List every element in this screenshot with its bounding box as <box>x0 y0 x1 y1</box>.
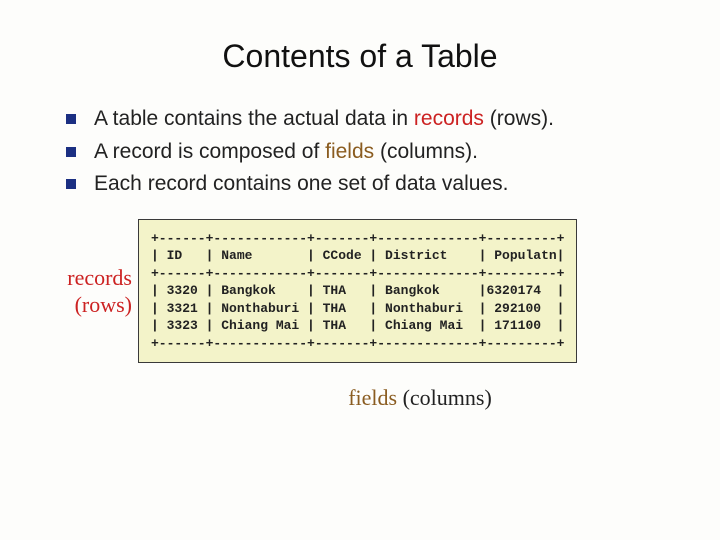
bullet-text: A record is composed of <box>94 140 325 163</box>
fields-columns-label: fields (columns) <box>160 385 680 411</box>
bullet-item: Each record contains one set of data val… <box>66 168 680 201</box>
bullet-keyword: fields <box>325 140 374 163</box>
bullet-text: (rows). <box>484 107 554 130</box>
records-rows-label: records (rows) <box>40 264 138 319</box>
bullet-item: A record is composed of fields (columns)… <box>66 136 680 169</box>
fields-kw: fields <box>348 385 397 410</box>
records-label-line2: (rows) <box>75 292 132 317</box>
page-title: Contents of a Table <box>40 38 680 75</box>
ascii-table: +------+------------+-------+-----------… <box>138 219 577 364</box>
slide: Contents of a Table A table contains the… <box>0 0 720 540</box>
bullet-text: A table contains the actual data in <box>94 107 414 130</box>
bullet-item: A table contains the actual data in reco… <box>66 103 680 136</box>
records-label-line1: records <box>67 265 132 290</box>
fields-rest: (columns) <box>397 385 492 410</box>
bullet-text: Each record contains one set of data val… <box>94 172 508 195</box>
bullet-text: (columns). <box>374 140 478 163</box>
bullet-keyword: records <box>414 107 484 130</box>
table-area: records (rows) +------+------------+----… <box>40 219 680 364</box>
bullet-list: A table contains the actual data in reco… <box>66 103 680 201</box>
